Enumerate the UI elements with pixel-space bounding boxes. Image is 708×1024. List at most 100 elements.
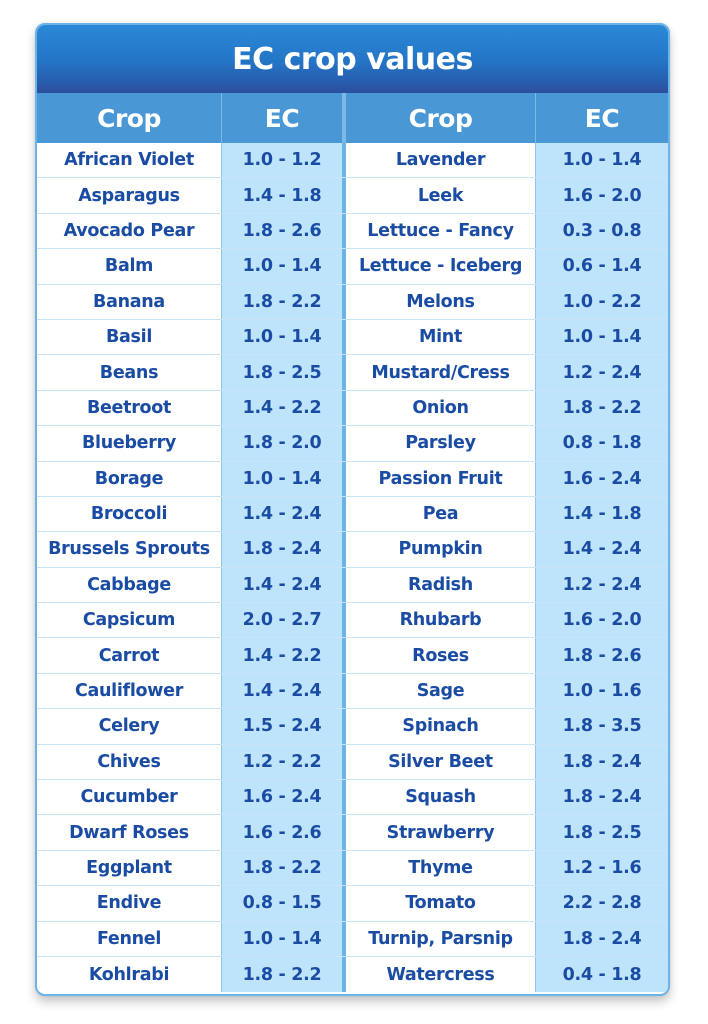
table-row: Blueberry 1.8 - 2.0 Parsley 0.8 - 1.8 [37, 426, 668, 462]
table-row: Banana 1.8 - 2.2 Melons 1.0 - 2.2 [37, 284, 668, 320]
ec-value-left: 1.0 - 1.4 [222, 319, 346, 355]
crop-name-right: Lettuce - Fancy [346, 213, 536, 249]
crop-name-left: Balm [37, 249, 222, 284]
table-row: Balm 1.0 - 1.4 Lettuce - Iceberg 0.6 - 1.4 [37, 249, 668, 285]
ec-value-right: 1.6 - 2.0 [536, 178, 668, 213]
table-row: Dwarf Roses 1.6 - 2.6 Strawberry 1.8 - 2.5 [37, 815, 668, 851]
crop-name-right: Leek [346, 178, 536, 213]
ec-value-right: 1.0 - 1.4 [536, 143, 668, 178]
table-row: Endive 0.8 - 1.5 Tomato 2.2 - 2.8 [37, 886, 668, 922]
crop-name-left: Cabbage [37, 567, 222, 603]
ec-value-right: 1.2 - 1.6 [536, 850, 668, 886]
ec-value-left: 1.8 - 2.2 [222, 284, 346, 319]
crop-name-left: Brussels Sprouts [37, 532, 222, 567]
crop-name-left: Celery [37, 709, 222, 744]
ec-value-left: 1.4 - 2.2 [222, 638, 346, 673]
ec-value-left: 1.0 - 1.4 [222, 461, 346, 496]
ec-value-right: 1.8 - 2.4 [536, 921, 668, 956]
ec-value-right: 1.4 - 1.8 [536, 496, 668, 532]
crop-name-right: Melons [346, 284, 536, 319]
crop-name-left: Cucumber [37, 780, 222, 815]
crop-name-left: Fennel [37, 921, 222, 956]
ec-value-right: 1.8 - 2.4 [536, 780, 668, 815]
crop-name-left: Chives [37, 744, 222, 780]
ec-value-left: 1.8 - 2.6 [222, 213, 346, 249]
ec-value-left: 1.0 - 1.2 [222, 143, 346, 178]
ec-value-right: 1.0 - 1.4 [536, 319, 668, 355]
table-row: Cabbage 1.4 - 2.4 Radish 1.2 - 2.4 [37, 567, 668, 604]
table-row: Beetroot 1.4 - 2.2 Onion 1.8 - 2.2 [37, 390, 668, 427]
crop-name-right: Radish [346, 567, 536, 603]
crop-name-left: African Violet [37, 143, 222, 178]
crop-name-left: Borage [37, 461, 222, 496]
table-row: Cucumber 1.6 - 2.4 Squash 1.8 - 2.4 [37, 780, 668, 816]
ec-value-left: 1.4 - 2.4 [222, 496, 346, 532]
crop-name-left: Kohlrabi [37, 956, 222, 993]
crop-name-right: Sage [346, 673, 536, 709]
crop-name-right: Silver Beet [346, 744, 536, 780]
crop-name-left: Beetroot [37, 390, 222, 426]
header-crop-left: Crop [37, 93, 222, 143]
ec-value-left: 1.4 - 1.8 [222, 178, 346, 213]
table-row: Carrot 1.4 - 2.2 Roses 1.8 - 2.6 [37, 638, 668, 674]
column-header-row: Crop EC Crop EC [37, 93, 668, 143]
table-row: Borage 1.0 - 1.4 Passion Fruit 1.6 - 2.4 [37, 461, 668, 497]
crop-name-right: Lavender [346, 143, 536, 178]
table-row: Cauliflower 1.4 - 2.4 Sage 1.0 - 1.6 [37, 673, 668, 710]
ec-value-left: 1.4 - 2.2 [222, 390, 346, 426]
header-ec-right: EC [584, 103, 620, 133]
ec-value-right: 0.4 - 1.8 [536, 956, 668, 993]
table-row: Kohlrabi 1.8 - 2.2 Watercress 0.4 - 1.8 [37, 956, 668, 993]
crop-name-left: Eggplant [37, 850, 222, 886]
ec-value-right: 1.6 - 2.4 [536, 461, 668, 496]
table-row: Avocado Pear 1.8 - 2.6 Lettuce - Fancy 0.3 … [37, 213, 668, 250]
ec-value-right: 0.6 - 1.4 [536, 249, 668, 284]
ec-value-left: 1.6 - 2.4 [222, 780, 346, 815]
table-row: Broccoli 1.4 - 2.4 Pea 1.4 - 1.8 [37, 496, 668, 533]
ec-value-right: 1.0 - 1.6 [536, 673, 668, 709]
ec-value-left: 1.8 - 2.2 [222, 850, 346, 886]
ec-value-left: 0.8 - 1.5 [222, 886, 346, 921]
table-row: Celery 1.5 - 2.4 Spinach 1.8 - 3.5 [37, 709, 668, 745]
ec-value-right: 1.6 - 2.0 [536, 603, 668, 638]
crop-name-right: Parsley [346, 426, 536, 461]
ec-value-left: 2.0 - 2.7 [222, 603, 346, 638]
ec-value-right: 1.2 - 2.4 [536, 567, 668, 603]
table-row: Fennel 1.0 - 1.4 Turnip, Parsnip 1.8 - 2.4 [37, 921, 668, 957]
header-crop-right: Crop [346, 93, 536, 143]
ec-value-left: 1.0 - 1.4 [222, 249, 346, 284]
crop-name-left: Capsicum [37, 603, 222, 638]
crop-name-right: Thyme [346, 850, 536, 886]
table-title: EC crop values [37, 25, 668, 93]
crop-name-right: Lettuce - Iceberg [346, 249, 536, 284]
crop-name-left: Endive [37, 886, 222, 921]
ec-value-right: 0.3 - 0.8 [536, 213, 668, 249]
ec-value-left: 1.5 - 2.4 [222, 709, 346, 744]
crop-name-right: Watercress [346, 956, 536, 993]
crop-name-left: Basil [37, 319, 222, 355]
ec-value-left: 1.8 - 2.5 [222, 355, 346, 390]
ec-value-right: 1.8 - 3.5 [536, 709, 668, 744]
crop-name-right: Squash [346, 780, 536, 815]
crop-name-right: Strawberry [346, 815, 536, 850]
crop-name-right: Onion [346, 390, 536, 426]
crop-name-left: Carrot [37, 638, 222, 673]
ec-value-left: 1.6 - 2.6 [222, 815, 346, 850]
table-row: Chives 1.2 - 2.2 Silver Beet 1.8 - 2.4 [37, 744, 668, 781]
ec-value-left: 1.4 - 2.4 [222, 567, 346, 603]
ec-value-right: 1.8 - 2.5 [536, 815, 668, 850]
crop-name-right: Passion Fruit [346, 461, 536, 496]
crop-name-right: Roses [346, 638, 536, 673]
ec-value-right: 1.8 - 2.2 [536, 390, 668, 426]
table-row: Basil 1.0 - 1.4 Mint 1.0 - 1.4 [37, 319, 668, 356]
table-row: Brussels Sprouts 1.8 - 2.4 Pumpkin 1.4 - 2.… [37, 532, 668, 568]
crop-name-left: Banana [37, 284, 222, 319]
crop-name-right: Turnip, Parsnip [346, 921, 536, 956]
crop-name-left: Broccoli [37, 496, 222, 532]
crop-name-right: Pumpkin [346, 532, 536, 567]
ec-crop-values-table: EC crop values Crop EC Crop EC African V… [35, 23, 670, 996]
ec-value-left: 1.4 - 2.4 [222, 673, 346, 709]
table-row: Asparagus 1.4 - 1.8 Leek 1.6 - 2.0 [37, 178, 668, 214]
crop-name-left: Cauliflower [37, 673, 222, 709]
ec-value-right: 1.8 - 2.6 [536, 638, 668, 673]
